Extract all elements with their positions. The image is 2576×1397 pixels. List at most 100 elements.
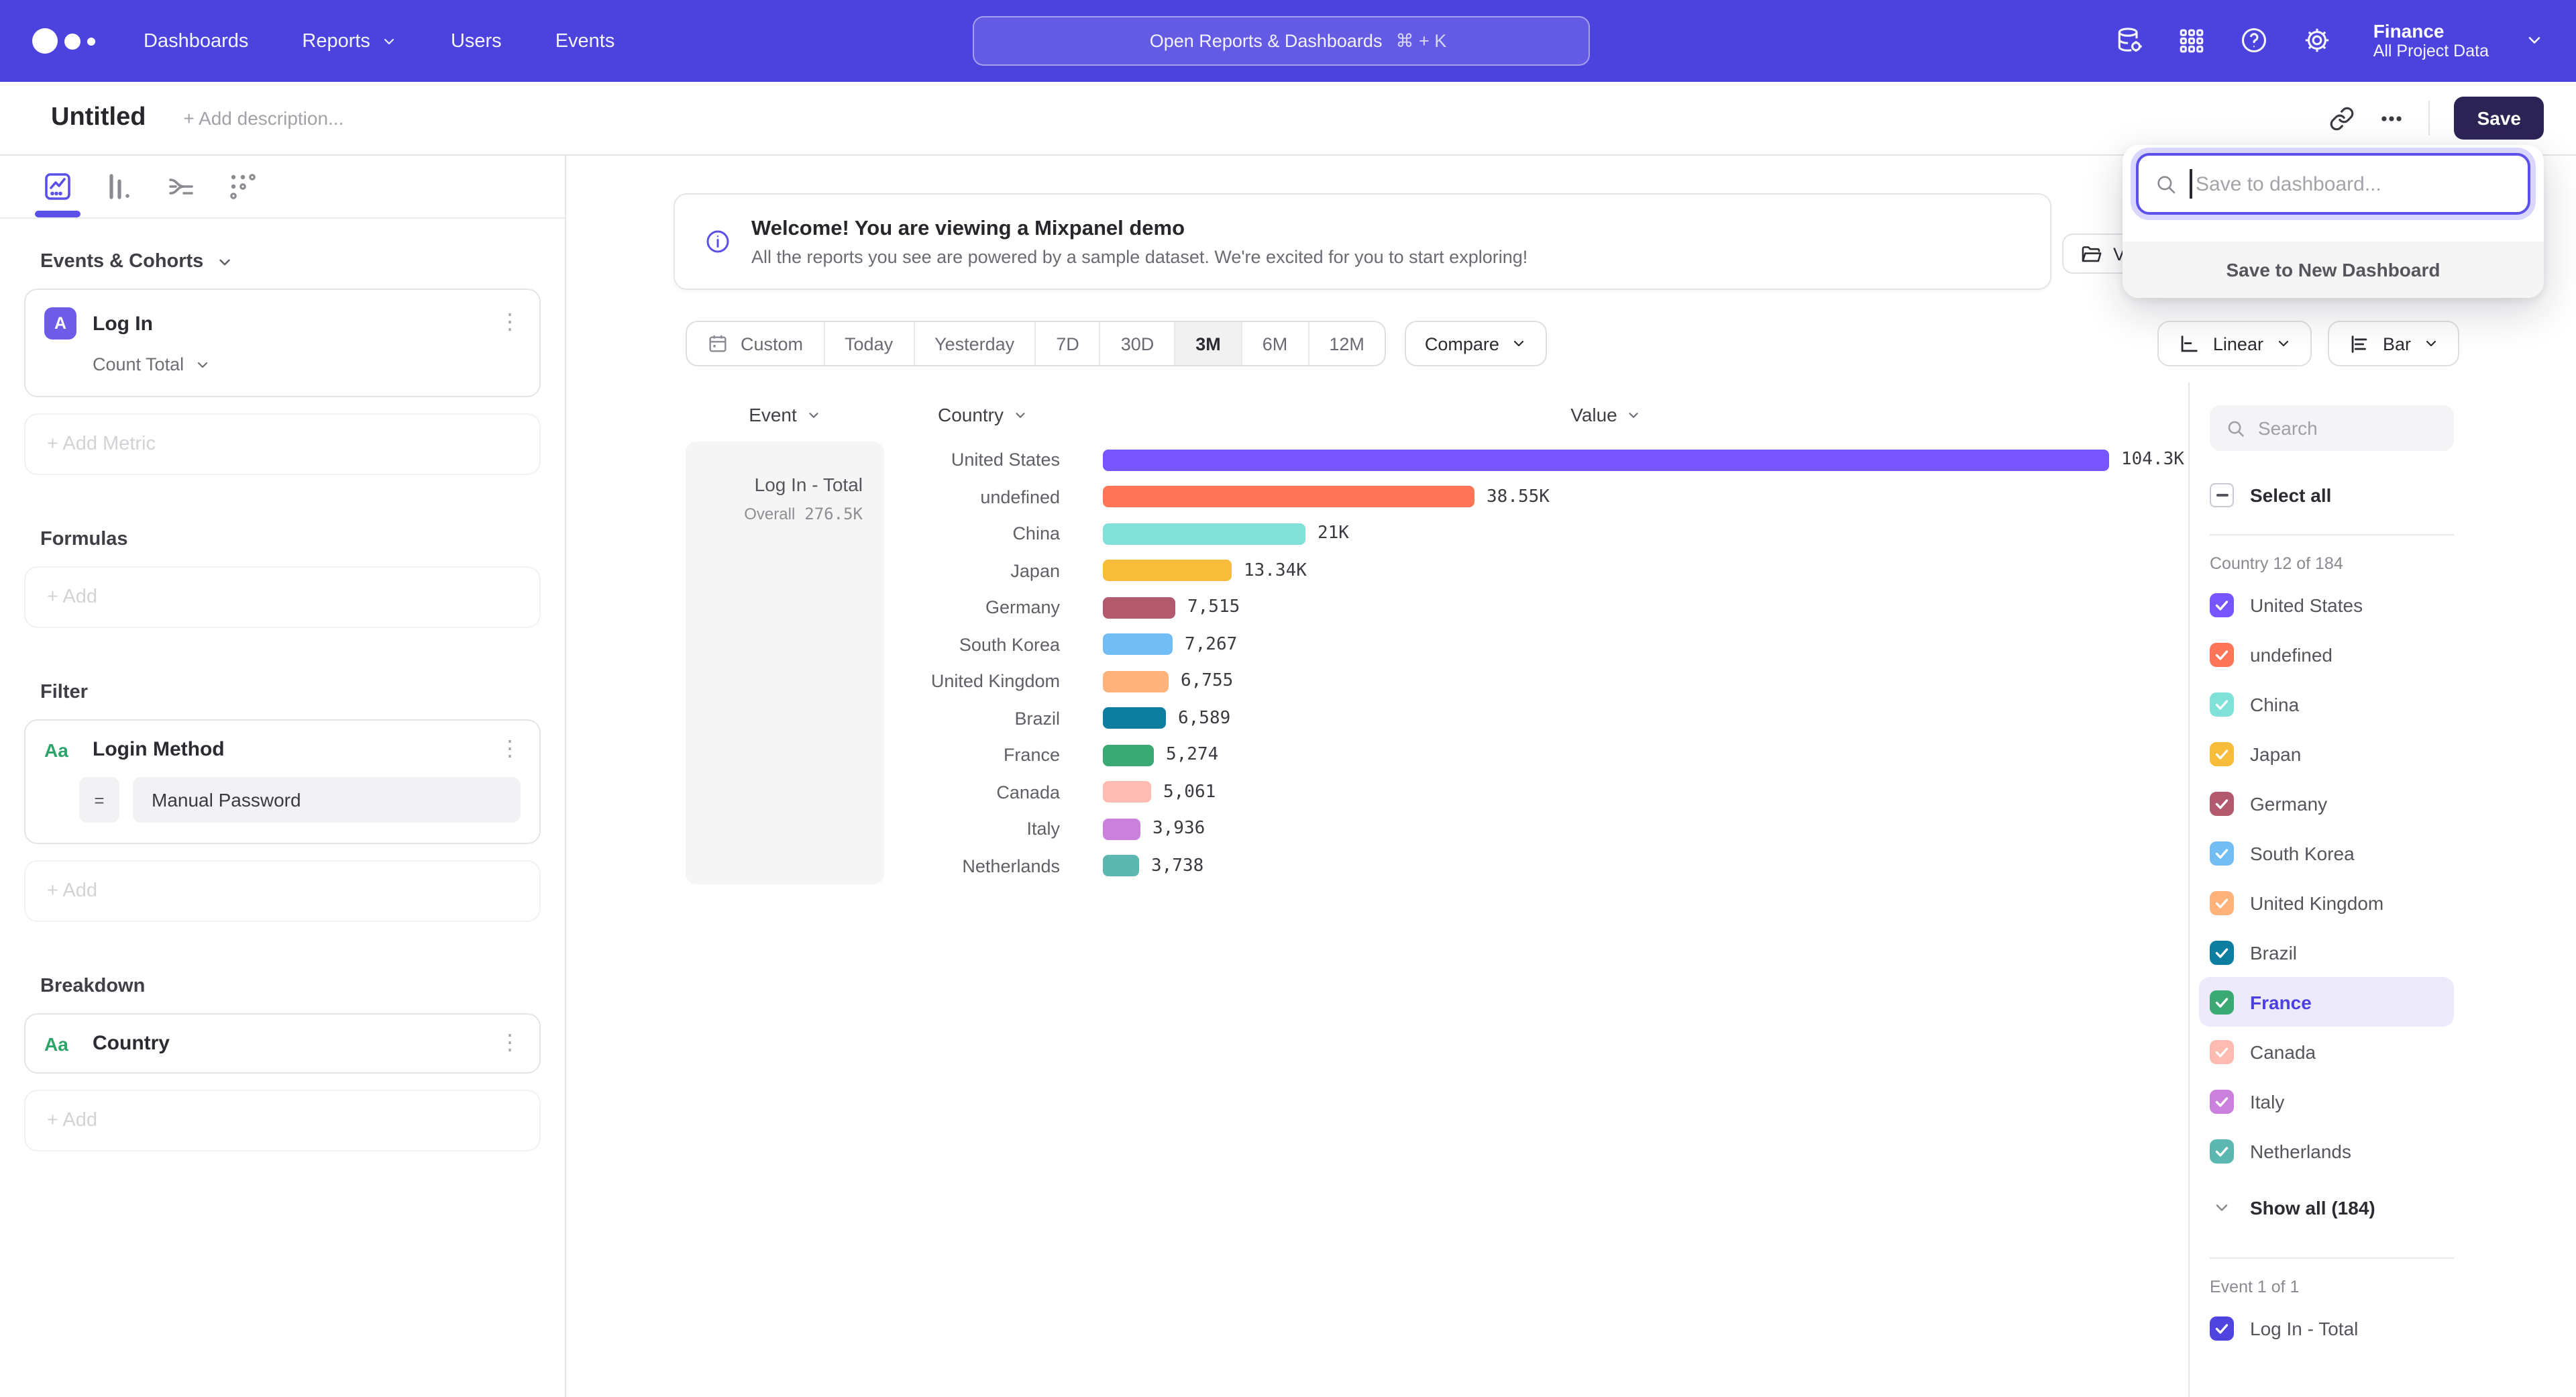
legend-checkbox[interactable] (2210, 1089, 2234, 1113)
legend-checkbox[interactable] (2210, 1316, 2234, 1340)
report-title[interactable]: Untitled (51, 103, 146, 133)
bar[interactable] (1103, 856, 1139, 877)
legend-item-germany[interactable]: Germany (2199, 778, 2454, 828)
range-7d[interactable]: 7D (1036, 322, 1101, 365)
legend-checkbox[interactable] (2210, 1139, 2234, 1163)
legend-item-south-korea[interactable]: South Korea (2199, 828, 2454, 878)
aggregation-selector[interactable]: Count Total (93, 354, 521, 374)
breakdown-property-name[interactable]: Country (93, 1032, 170, 1055)
chevron-down-icon[interactable] (2525, 32, 2544, 50)
add-formula-button[interactable]: + Add (24, 566, 541, 628)
legend-checkbox[interactable] (2210, 841, 2234, 865)
scale-selector-button[interactable]: Linear (2158, 321, 2312, 366)
range-3m[interactable]: 3M (1175, 322, 1242, 365)
kebab-menu-icon[interactable]: ⋮ (499, 1033, 521, 1054)
apps-grid-icon[interactable] (2178, 27, 2206, 55)
bar[interactable] (1103, 560, 1232, 582)
legend-checkbox[interactable] (2210, 940, 2234, 964)
tab-insights[interactable] (40, 169, 75, 204)
kebab-menu-icon[interactable]: ⋮ (499, 313, 521, 334)
legend-checkbox[interactable] (2210, 890, 2234, 915)
add-metric-button[interactable]: + Add Metric (24, 413, 541, 475)
bar[interactable] (1103, 708, 1166, 729)
chart-type-button[interactable]: Bar (2328, 321, 2459, 366)
legend-checkbox[interactable] (2210, 741, 2234, 766)
bar[interactable] (1103, 819, 1140, 840)
legend-item-italy[interactable]: Italy (2199, 1076, 2454, 1126)
tab-funnels[interactable] (102, 169, 137, 204)
bar[interactable] (1103, 597, 1175, 619)
legend-item-japan[interactable]: Japan (2199, 729, 2454, 778)
legend-item-canada[interactable]: Canada (2199, 1027, 2454, 1076)
legend-checkbox[interactable] (2210, 692, 2234, 716)
country-column-header[interactable]: Country (884, 404, 1081, 425)
events-cohorts-section-header[interactable]: Events & Cohorts (40, 251, 541, 272)
global-search-button[interactable]: Open Reports & Dashboards ⌘ + K (973, 16, 1590, 66)
add-filter-button[interactable]: + Add (24, 860, 541, 922)
save-to-dashboard-search-input[interactable]: Save to dashboard... (2136, 153, 2530, 215)
legend-checkbox[interactable] (2210, 990, 2234, 1014)
range-label: 12M (1329, 333, 1364, 354)
help-icon[interactable] (2239, 26, 2269, 56)
nav-item-dashboards[interactable]: Dashboards (144, 30, 248, 52)
legend-search-input[interactable]: Search (2210, 405, 2454, 451)
legend-checkbox[interactable] (2210, 592, 2234, 617)
show-all-button[interactable]: Show all (184) (2210, 1181, 2576, 1235)
bar-value-label: 3,936 (1152, 819, 1205, 839)
more-options-icon[interactable] (2379, 105, 2405, 131)
metric-event-name[interactable]: Log In (93, 312, 153, 335)
legend-checkbox[interactable] (2210, 791, 2234, 815)
tab-flows[interactable] (164, 169, 199, 204)
bar[interactable] (1103, 450, 2109, 471)
copy-link-icon[interactable] (2330, 105, 2355, 131)
bar[interactable] (1103, 486, 1474, 508)
nav-item-events[interactable]: Events (555, 30, 615, 52)
select-all-checkbox[interactable] (2210, 483, 2234, 507)
range-30d[interactable]: 30D (1101, 322, 1176, 365)
breakdown-card[interactable]: Aa Country ⋮ (24, 1013, 541, 1074)
project-switcher[interactable]: Finance All Project Data (2373, 19, 2489, 62)
save-button[interactable]: Save (2455, 97, 2544, 140)
legend-item-undefined[interactable]: undefined (2199, 629, 2454, 679)
filter-operator[interactable]: = (79, 777, 119, 823)
value-column-header[interactable]: Value (1103, 404, 2109, 425)
legend-checkbox[interactable] (2210, 1039, 2234, 1064)
bar[interactable] (1103, 523, 1305, 545)
range-12m[interactable]: 12M (1309, 322, 1385, 365)
legend-item-netherlands[interactable]: Netherlands (2199, 1126, 2454, 1176)
bar[interactable] (1103, 782, 1151, 803)
mixpanel-logo[interactable] (32, 28, 95, 54)
nav-item-reports[interactable]: Reports (302, 30, 397, 52)
range-custom[interactable]: Custom (687, 322, 824, 365)
nav-right: Finance All Project Data (2114, 19, 2544, 62)
bar-category-label: China (884, 524, 1081, 544)
data-management-icon[interactable] (2114, 26, 2144, 56)
range-today[interactable]: Today (824, 322, 914, 365)
legend-item-brazil[interactable]: Brazil (2199, 927, 2454, 977)
legend-item-log-in-total[interactable]: Log In - Total (2199, 1303, 2454, 1353)
bar[interactable] (1103, 634, 1173, 656)
add-description-field[interactable]: + Add description... (183, 107, 343, 129)
range-6m[interactable]: 6M (1242, 322, 1309, 365)
select-all-row[interactable]: Select all (2210, 479, 2576, 511)
legend-item-united-kingdom[interactable]: United Kingdom (2199, 878, 2454, 927)
tab-retention[interactable] (225, 169, 260, 204)
bar[interactable] (1103, 745, 1154, 766)
save-to-new-dashboard-button[interactable]: Save to New Dashboard (2123, 242, 2544, 298)
compare-button[interactable]: Compare (1405, 321, 1548, 366)
legend-item-united-states[interactable]: United States (2199, 580, 2454, 629)
filter-property-name[interactable]: Login Method (93, 738, 225, 761)
legend-item-france[interactable]: France (2199, 977, 2454, 1027)
bar[interactable] (1103, 671, 1169, 692)
filter-value[interactable]: Manual Password (133, 777, 521, 823)
legend-checkbox[interactable] (2210, 642, 2234, 666)
nav-item-users[interactable]: Users (451, 30, 502, 52)
range-yesterday[interactable]: Yesterday (914, 322, 1036, 365)
settings-gear-icon[interactable] (2302, 26, 2332, 56)
filter-card[interactable]: Aa Login Method ⋮ = Manual Password (24, 719, 541, 844)
metric-card[interactable]: A Log In ⋮ Count Total (24, 289, 541, 397)
kebab-menu-icon[interactable]: ⋮ (499, 739, 521, 760)
event-column-header[interactable]: Event (686, 404, 884, 425)
add-breakdown-button[interactable]: + Add (24, 1090, 541, 1151)
legend-item-china[interactable]: China (2199, 679, 2454, 729)
